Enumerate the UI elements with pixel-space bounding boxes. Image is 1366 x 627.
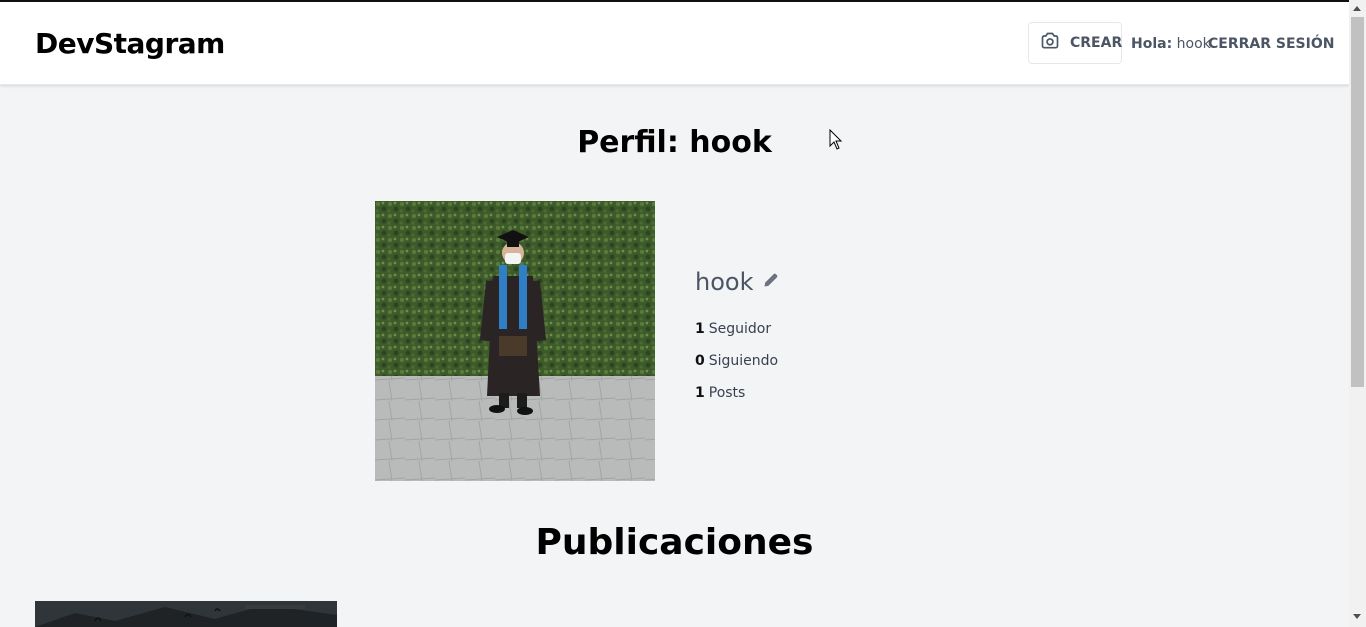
camera-icon (1039, 31, 1061, 55)
scrollbar-thumb[interactable] (1351, 17, 1364, 387)
following-count: 0 (695, 353, 705, 369)
greeting-prefix: Hola: (1131, 36, 1173, 52)
publications-title: Publicaciones (535, 522, 814, 563)
following-label: Siguiendo (708, 353, 779, 369)
user-greeting: Hola: hook (1131, 36, 1211, 52)
site-header: DevStagram CREAR Hola: hook CERRAR SESIÓ… (0, 2, 1349, 85)
scroll-up-icon[interactable] (1353, 6, 1361, 11)
followers-count: 1 (695, 321, 705, 337)
logout-button[interactable]: CERRAR SESIÓN (1208, 36, 1334, 52)
posts-count: 1 (695, 385, 705, 401)
post-thumbnail[interactable] (35, 601, 337, 627)
create-post-label: CREAR (1070, 35, 1123, 51)
profile-username: hook (695, 268, 754, 296)
followers-label: Seguidor (708, 321, 772, 337)
scroll-down-icon[interactable] (1353, 614, 1361, 619)
posts-stat: 1 Posts (695, 385, 745, 401)
profile-page-title: Perfil: hook (577, 125, 772, 160)
profile-username-row: hook (695, 268, 779, 296)
followers-stat: 1 Seguidor (695, 321, 771, 337)
create-post-button[interactable]: CREAR (1028, 22, 1122, 64)
profile-avatar (375, 201, 655, 481)
posts-label: Posts (708, 385, 746, 401)
mouse-cursor-icon (829, 128, 843, 155)
page-scrollbar[interactable] (1349, 0, 1366, 627)
following-stat: 0 Siguiendo (695, 353, 778, 369)
pencil-icon[interactable] (762, 272, 779, 293)
greeting-username[interactable]: hook (1177, 36, 1211, 52)
site-logo[interactable]: DevStagram (35, 27, 225, 60)
